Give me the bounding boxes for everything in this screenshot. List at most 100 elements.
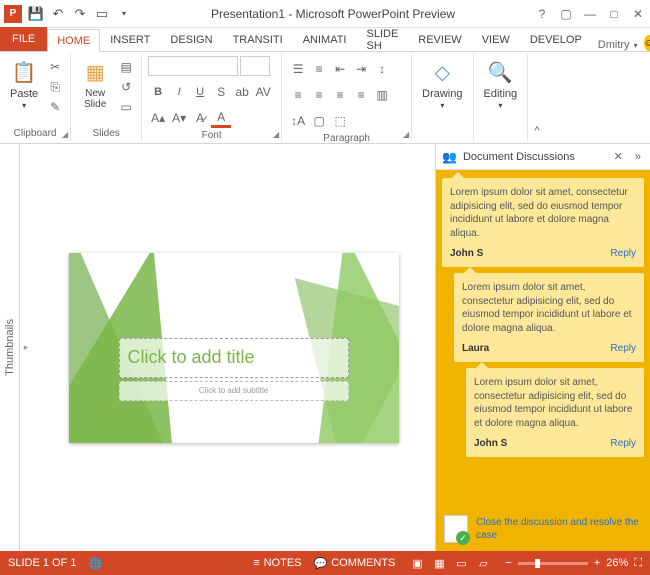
align-right-icon[interactable]: ≡	[330, 85, 350, 105]
clipboard-icon: 📋	[10, 58, 38, 86]
fit-window-icon[interactable]: ⛶	[634, 557, 642, 570]
language-button[interactable]: 🌐	[88, 557, 102, 570]
file-tab[interactable]: FILE	[0, 27, 47, 51]
bullets-button[interactable]: ☰	[288, 59, 308, 79]
slide-counter[interactable]: SLIDE 1 OF 1	[8, 557, 76, 569]
title-placeholder[interactable]: Click to add title	[119, 338, 349, 378]
increase-indent-icon[interactable]: ⇥	[351, 59, 371, 79]
zoom-slider[interactable]	[518, 562, 588, 565]
user-account[interactable]: Dmitry▾	[592, 39, 644, 51]
justify-icon[interactable]: ≡	[351, 85, 371, 105]
close-discussion-link[interactable]: Close the discussion and resolve the cas…	[476, 516, 642, 542]
sorter-view-icon[interactable]: ▦	[429, 555, 449, 571]
minimize-icon[interactable]: —	[582, 7, 598, 21]
drawing-button[interactable]: ◇ Drawing▾	[418, 56, 466, 113]
cut-icon[interactable]: ✂	[46, 58, 64, 76]
clear-format-icon[interactable]: A̷	[190, 108, 210, 128]
columns-icon[interactable]: ▥	[372, 85, 392, 105]
reading-view-icon[interactable]: ▭	[451, 555, 471, 571]
drawing-icon: ◇	[428, 58, 456, 86]
format-painter-icon[interactable]: ✎	[46, 98, 64, 116]
tab-design[interactable]: DESIGN	[160, 28, 222, 51]
comment-author: John S	[474, 438, 507, 449]
group-slides-label: Slides	[77, 126, 135, 139]
expand-thumbnails-icon[interactable]: ▸	[20, 144, 32, 551]
clipboard-launcher-icon[interactable]: ◢	[62, 130, 68, 139]
align-left-icon[interactable]: ≡	[288, 85, 308, 105]
reply-link[interactable]: Reply	[610, 343, 636, 354]
numbering-button[interactable]: ≡	[309, 59, 329, 79]
app-icon: P	[4, 5, 22, 23]
font-color-button[interactable]: A	[211, 108, 231, 128]
save-icon[interactable]: 💾	[28, 6, 44, 22]
decrease-font-icon[interactable]: A▾	[169, 108, 189, 128]
tab-insert[interactable]: INSERT	[100, 28, 160, 51]
feedback-icon[interactable]: ☺	[644, 35, 650, 51]
tab-review[interactable]: REVIEW	[408, 28, 471, 51]
font-launcher-icon[interactable]: ◢	[273, 130, 279, 139]
normal-view-icon[interactable]: ▣	[407, 555, 427, 571]
tab-transitions[interactable]: TRANSITI	[223, 28, 293, 51]
copy-icon[interactable]: ⎘	[46, 78, 64, 96]
notes-button[interactable]: ≡ NOTES	[253, 557, 301, 569]
align-text-icon[interactable]: ▢	[309, 111, 329, 131]
section-icon[interactable]: ▭	[117, 98, 135, 116]
qat-more-icon[interactable]: ▾	[116, 6, 132, 22]
paragraph-launcher-icon[interactable]: ◢	[403, 130, 409, 139]
reset-icon[interactable]: ↺	[117, 78, 135, 96]
discussions-title: Document Discussions	[463, 151, 605, 163]
collapse-ribbon-icon[interactable]: ^	[528, 54, 546, 141]
tab-view[interactable]: VIEW	[472, 28, 520, 51]
zoom-out-icon[interactable]: −	[505, 557, 511, 569]
expand-pane-icon[interactable]: »	[632, 151, 644, 163]
bold-button[interactable]: B	[148, 82, 168, 102]
editing-button[interactable]: 🔍 Editing▾	[480, 56, 522, 113]
zoom-in-icon[interactable]: +	[594, 557, 600, 569]
comment-item[interactable]: Lorem ipsum dolor sit amet, consectetur …	[442, 178, 644, 267]
new-slide-button[interactable]: ▦ New Slide	[77, 56, 113, 112]
close-icon[interactable]: ✕	[630, 7, 646, 21]
tab-animations[interactable]: ANIMATI	[293, 28, 357, 51]
italic-button[interactable]: I	[169, 82, 189, 102]
undo-icon[interactable]: ↶	[50, 6, 66, 22]
slide-canvas[interactable]: Click to add title Click to add subtitle	[32, 144, 435, 551]
ribbon-options-icon[interactable]: ▢	[558, 7, 574, 21]
start-slideshow-icon[interactable]: ▭	[94, 6, 110, 22]
help-icon[interactable]: ?	[534, 7, 550, 21]
comment-author: Laura	[462, 343, 489, 354]
close-pane-icon[interactable]: ✕	[611, 150, 626, 163]
subtitle-placeholder[interactable]: Click to add subtitle	[119, 381, 349, 401]
layout-icon[interactable]: ▤	[117, 58, 135, 76]
comment-item[interactable]: Lorem ipsum dolor sit amet, consectetur …	[466, 368, 644, 457]
underline-button[interactable]: U	[190, 82, 210, 102]
font-size-input[interactable]	[240, 56, 270, 76]
maximize-icon[interactable]: □	[606, 7, 622, 21]
new-slide-icon: ▦	[81, 58, 109, 86]
align-center-icon[interactable]: ≡	[309, 85, 329, 105]
group-font-label: Font	[148, 128, 275, 141]
tab-developer[interactable]: DEVELOP	[520, 28, 592, 51]
comment-text: Lorem ipsum dolor sit amet, consectetur …	[474, 376, 636, 430]
line-spacing-icon[interactable]: ↕	[372, 59, 392, 79]
comment-item[interactable]: Lorem ipsum dolor sit amet, consectetur …	[454, 273, 644, 362]
text-direction-icon[interactable]: ↕A	[288, 111, 308, 131]
redo-icon[interactable]: ↷	[72, 6, 88, 22]
tab-home[interactable]: HOME	[47, 29, 100, 52]
paste-button[interactable]: 📋 Paste▾	[6, 56, 42, 113]
spacing-button[interactable]: AV	[253, 82, 273, 102]
slideshow-view-icon[interactable]: ▱	[473, 555, 493, 571]
reply-link[interactable]: Reply	[610, 248, 636, 259]
shadow-button[interactable]: ab	[232, 82, 252, 102]
reply-link[interactable]: Reply	[610, 438, 636, 449]
comments-button[interactable]: 💬 COMMENTS	[314, 557, 396, 570]
tab-slideshow[interactable]: SLIDE SH	[356, 28, 408, 51]
increase-font-icon[interactable]: A▴	[148, 108, 168, 128]
smartart-icon[interactable]: ⬚	[330, 111, 350, 131]
strikethrough-button[interactable]: S	[211, 82, 231, 102]
decrease-indent-icon[interactable]: ⇤	[330, 59, 350, 79]
people-icon: 👥	[442, 150, 457, 164]
font-name-input[interactable]	[148, 56, 238, 76]
zoom-level[interactable]: 26%	[606, 557, 628, 569]
slide[interactable]: Click to add title Click to add subtitle	[69, 253, 399, 443]
comment-text: Lorem ipsum dolor sit amet, consectetur …	[462, 281, 636, 335]
